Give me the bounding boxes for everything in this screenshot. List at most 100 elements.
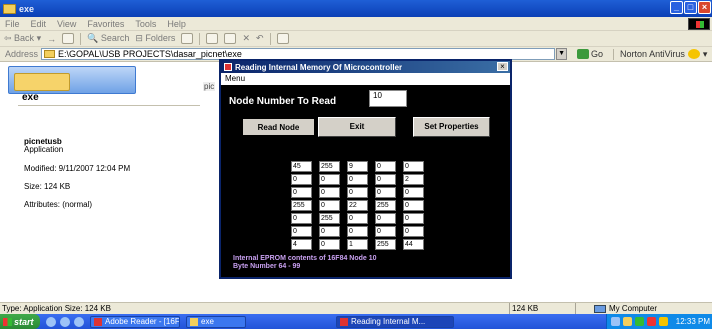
- memory-cell[interactable]: 255: [375, 200, 396, 211]
- up-folder-icon[interactable]: [62, 33, 75, 44]
- move-icon[interactable]: [206, 33, 219, 44]
- memory-cell[interactable]: 0: [375, 213, 396, 224]
- memory-cell[interactable]: 0: [291, 187, 312, 198]
- memory-cell[interactable]: 0: [375, 174, 396, 185]
- memory-cell[interactable]: 0: [403, 213, 424, 224]
- forward-button[interactable]: →: [47, 34, 56, 44]
- norton-antivirus-button[interactable]: Norton AntiVirus ▾: [613, 48, 707, 60]
- system-tray: 12:33 PM: [606, 314, 712, 329]
- file-modified: Modified: 9/11/2007 12:04 PM: [24, 164, 131, 173]
- memory-cell[interactable]: 255: [319, 161, 340, 172]
- menu-tools[interactable]: Tools: [135, 19, 156, 29]
- views-icon[interactable]: [276, 33, 289, 44]
- delete-icon[interactable]: ✕: [242, 33, 250, 44]
- status-bar: Type: Application Size: 124 KB 124 KB My…: [0, 302, 712, 315]
- memory-cell[interactable]: 0: [403, 187, 424, 198]
- folders-icon: ⊟: [135, 33, 143, 43]
- memory-cell[interactable]: 1: [347, 239, 368, 250]
- memory-cell[interactable]: 0: [347, 187, 368, 198]
- zone-label: My Computer: [609, 304, 658, 313]
- windows-flag-icon: [3, 317, 12, 326]
- memory-cell[interactable]: 2: [403, 174, 424, 185]
- task-label: exe: [201, 317, 214, 326]
- set-properties-button[interactable]: Set Properties: [413, 117, 490, 137]
- memory-cell[interactable]: 0: [319, 226, 340, 237]
- memory-cell[interactable]: 0: [403, 161, 424, 172]
- memory-cell[interactable]: 0: [347, 174, 368, 185]
- norton-tray-icon[interactable]: [659, 317, 668, 326]
- show-desktop-icon[interactable]: [46, 316, 56, 327]
- menu-view[interactable]: View: [57, 19, 76, 29]
- memory-cell[interactable]: 0: [291, 226, 312, 237]
- menu-help[interactable]: Help: [167, 19, 186, 29]
- memory-cell[interactable]: 0: [319, 239, 340, 250]
- memory-cell[interactable]: 0: [319, 174, 340, 185]
- menu-file[interactable]: File: [5, 19, 20, 29]
- memory-cell[interactable]: 0: [291, 174, 312, 185]
- memory-cell[interactable]: 9: [347, 161, 368, 172]
- exit-button[interactable]: Exit: [318, 117, 396, 137]
- toolbar-separator: [269, 32, 271, 45]
- app-icon: [340, 317, 348, 326]
- close-button[interactable]: ×: [698, 1, 711, 14]
- network-icon[interactable]: [611, 317, 620, 326]
- quick-launch: [46, 316, 84, 327]
- memory-cell[interactable]: 44: [403, 239, 424, 250]
- security-icon[interactable]: [635, 317, 644, 326]
- antivirus-icon[interactable]: [647, 317, 656, 326]
- folder-name: exe: [22, 92, 39, 103]
- clock: 12:33 PM: [675, 317, 710, 326]
- folders-label: Folders: [145, 33, 176, 43]
- memory-cell[interactable]: 255: [319, 213, 340, 224]
- taskbar-item-exe[interactable]: exe: [186, 315, 246, 328]
- memory-cell[interactable]: 0: [319, 187, 340, 198]
- memory-cell[interactable]: 0: [375, 226, 396, 237]
- dialog-menu[interactable]: Menu: [221, 73, 510, 85]
- menu-edit[interactable]: Edit: [31, 19, 47, 29]
- file-item-label[interactable]: pic: [203, 82, 216, 91]
- computer-icon: [594, 304, 606, 313]
- memory-cell[interactable]: 255: [375, 239, 396, 250]
- memory-cell[interactable]: 255: [291, 200, 312, 211]
- maximize-button[interactable]: □: [684, 1, 697, 14]
- node-number-input[interactable]: 10: [369, 90, 407, 107]
- media-icon[interactable]: [74, 316, 84, 327]
- memory-cell[interactable]: 22: [347, 200, 368, 211]
- memory-cell[interactable]: 0: [347, 213, 368, 224]
- window-title-bar[interactable]: exe _ □ ×: [0, 0, 712, 17]
- memory-cell[interactable]: 0: [319, 200, 340, 211]
- memory-cell[interactable]: 4: [291, 239, 312, 250]
- address-dropdown-button[interactable]: ▼: [556, 48, 568, 60]
- history-icon[interactable]: [181, 33, 194, 44]
- search-button[interactable]: 🔍 Search: [87, 33, 129, 44]
- go-label: Go: [591, 49, 604, 59]
- taskbar-item-adobe[interactable]: Adobe Reader - [16F84...: [90, 315, 180, 328]
- start-button[interactable]: start: [0, 314, 40, 329]
- memory-cell[interactable]: 0: [403, 226, 424, 237]
- dialog-title-bar[interactable]: Reading Internal Memory Of Microcontroll…: [221, 61, 510, 73]
- browser-icon[interactable]: [60, 316, 70, 327]
- copy-icon[interactable]: [224, 33, 237, 44]
- folders-button[interactable]: ⊟ Folders: [135, 33, 175, 44]
- folder-icon: [3, 3, 16, 14]
- memory-cell[interactable]: 0: [375, 187, 396, 198]
- undo-icon[interactable]: ↶: [256, 33, 264, 44]
- folder-tray-icon[interactable]: [623, 317, 632, 326]
- memory-cell[interactable]: 0: [375, 161, 396, 172]
- memory-cell[interactable]: 45: [291, 161, 312, 172]
- read-node-button[interactable]: Read Node: [241, 117, 316, 137]
- taskbar-item-reading[interactable]: Reading Internal M...: [336, 315, 454, 328]
- minimize-button[interactable]: _: [670, 1, 683, 14]
- folder-icon: [44, 50, 56, 58]
- memory-cell[interactable]: 0: [347, 226, 368, 237]
- dialog-close-button[interactable]: ×: [497, 62, 508, 71]
- window-title: exe: [19, 3, 35, 14]
- back-button[interactable]: ⇦ Back ▾: [4, 33, 41, 44]
- memory-cell[interactable]: 0: [291, 213, 312, 224]
- divider: [18, 105, 200, 106]
- menu-favorites[interactable]: Favorites: [87, 19, 124, 29]
- eprom-caption: Internal EPROM contents of 16F84 Node 10…: [233, 255, 377, 271]
- address-value: E:\GOPAL\USB PROJECTS\dasar_picnet\exe: [58, 49, 242, 59]
- go-button[interactable]: Go: [577, 49, 603, 59]
- memory-cell[interactable]: 0: [403, 200, 424, 211]
